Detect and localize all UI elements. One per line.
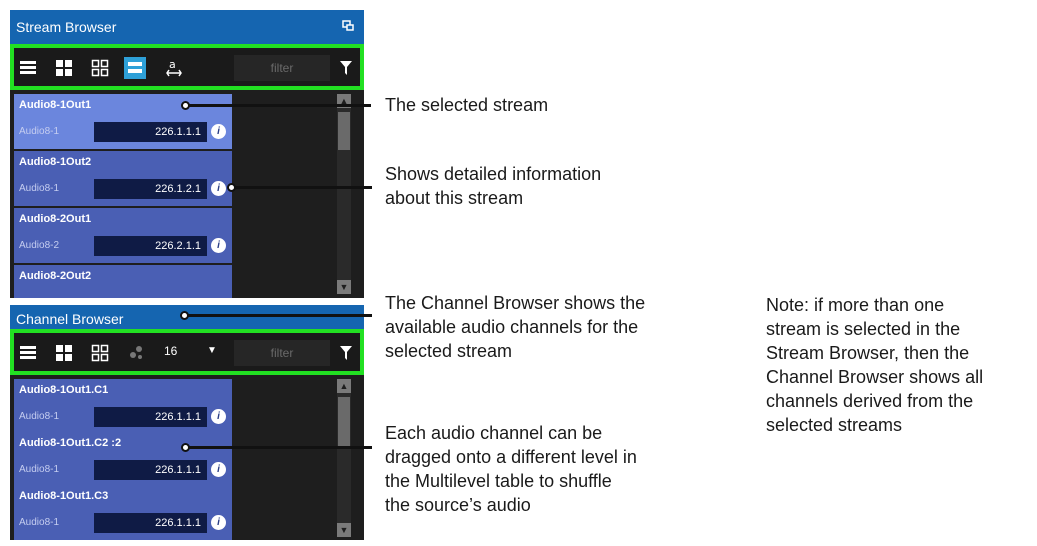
annotation-drag-channel: Each audio channel can be dragged onto a… — [385, 423, 637, 515]
stream-item-name: Audio8-1Out1 — [19, 99, 92, 111]
info-icon[interactable]: i — [211, 462, 226, 477]
svg-text:a: a — [169, 58, 176, 71]
channel-item-device: Audio8-1 — [19, 517, 60, 528]
stream-item-device: Audio8-2 — [19, 240, 60, 251]
annotation-detailed-info: Shows detailed information about this st… — [385, 164, 602, 208]
channel-item-ip: 226.1.1.1 — [94, 407, 207, 427]
list-view-icon[interactable] — [18, 58, 38, 78]
channel-item-device: Audio8-1 — [19, 411, 60, 422]
channel-browser-title-text: Channel Browser — [16, 311, 124, 327]
channel-item[interactable]: Audio8-1Out1.C2 :2 Audio8-1 226.1.1.1 i — [14, 432, 232, 487]
stream-item-ip: 226.2.1.1 — [94, 236, 207, 256]
callout-line — [189, 104, 371, 107]
stream-item-name: Audio8-1Out2 — [19, 156, 92, 168]
channel-filter-placeholder: filter — [270, 346, 294, 360]
stream-item-device: Audio8-1 — [19, 126, 60, 137]
stream-item[interactable]: Audio8-2Out2 — [14, 265, 232, 298]
stream-browser-toolbar: a filter — [10, 44, 364, 90]
stream-item-name: Audio8-2Out2 — [19, 270, 92, 282]
channel-item-name: Audio8-1Out1.C2 :2 — [19, 437, 122, 449]
small-tiles-icon[interactable] — [90, 58, 110, 78]
stream-item[interactable]: Audio8-1Out2 Audio8-1 226.1.2.1 i — [14, 151, 232, 206]
stream-browser-title: Stream Browser — [10, 10, 364, 44]
scroll-up-icon[interactable]: ▲ — [337, 379, 351, 393]
info-icon[interactable]: i — [211, 238, 226, 253]
callout-line — [189, 446, 372, 449]
info-icon[interactable]: i — [211, 515, 226, 530]
scroll-thumb[interactable] — [338, 112, 350, 150]
channel-item-ip: 226.1.1.1 — [94, 460, 207, 480]
channel-item[interactable]: Audio8-1Out1.C3 Audio8-1 226.1.1.1 i — [14, 485, 232, 540]
channel-scrollbar[interactable]: ▲ ▼ — [337, 379, 351, 537]
callout-line — [188, 314, 372, 317]
info-icon[interactable]: i — [211, 409, 226, 424]
stream-item-ip: 226.1.1.1 — [94, 122, 207, 142]
scroll-thumb[interactable] — [338, 397, 350, 447]
stream-filter-placeholder: filter — [270, 61, 294, 75]
channel-item[interactable]: Audio8-1Out1.C1 Audio8-1 226.1.1.1 i — [14, 379, 232, 434]
channel-group-icon[interactable] — [126, 343, 146, 363]
stream-item[interactable]: Audio8-2Out1 Audio8-2 226.2.1.1 i — [14, 208, 232, 263]
note-text: Note: if more than one stream is selecte… — [766, 295, 984, 435]
channel-item-device: Audio8-1 — [19, 464, 60, 475]
channel-item-name: Audio8-1Out1.C1 — [19, 384, 109, 396]
small-tiles-icon[interactable] — [90, 343, 110, 363]
detach-window-icon[interactable] — [342, 10, 354, 44]
list-view-icon[interactable] — [18, 343, 38, 363]
stream-item-name: Audio8-2Out1 — [19, 213, 92, 225]
channel-list: Audio8-1Out1.C1 Audio8-1 226.1.1.1 i Aud… — [10, 375, 364, 540]
large-tiles-icon[interactable] — [54, 343, 74, 363]
stream-list: Audio8-1Out1 Audio8-1 226.1.1.1 i Audio8… — [10, 90, 364, 298]
info-icon[interactable]: i — [211, 124, 226, 139]
chevron-down-icon[interactable]: ▼ — [207, 345, 217, 356]
stream-item-device: Audio8-1 — [19, 183, 60, 194]
stream-filter-input[interactable]: filter — [234, 55, 330, 81]
stream-scrollbar[interactable]: ▲ ▼ — [337, 94, 351, 294]
channel-count-select[interactable]: 16 — [164, 344, 177, 358]
filter-funnel-icon[interactable] — [340, 346, 352, 365]
detail-view-icon[interactable] — [124, 57, 146, 79]
info-icon[interactable]: i — [211, 181, 226, 196]
annotation-channel-browser: The Channel Browser shows the available … — [385, 293, 646, 361]
stream-item[interactable]: Audio8-1Out1 Audio8-1 226.1.1.1 i — [14, 94, 232, 149]
sort-alpha-icon[interactable]: a — [164, 58, 184, 78]
large-tiles-icon[interactable] — [54, 58, 74, 78]
callout-line — [235, 186, 372, 189]
annotation-selected-stream: The selected stream — [385, 95, 549, 115]
scroll-down-icon[interactable]: ▼ — [337, 523, 351, 537]
stream-browser-title-text: Stream Browser — [16, 19, 117, 35]
channel-browser-toolbar: 16 ▼ filter — [10, 329, 364, 375]
channel-item-ip: 226.1.1.1 — [94, 513, 207, 533]
channel-filter-input[interactable]: filter — [234, 340, 330, 366]
channel-item-name: Audio8-1Out1.C3 — [19, 490, 109, 502]
scroll-down-icon[interactable]: ▼ — [337, 280, 351, 294]
stream-item-ip: 226.1.2.1 — [94, 179, 207, 199]
filter-funnel-icon[interactable] — [340, 61, 352, 80]
